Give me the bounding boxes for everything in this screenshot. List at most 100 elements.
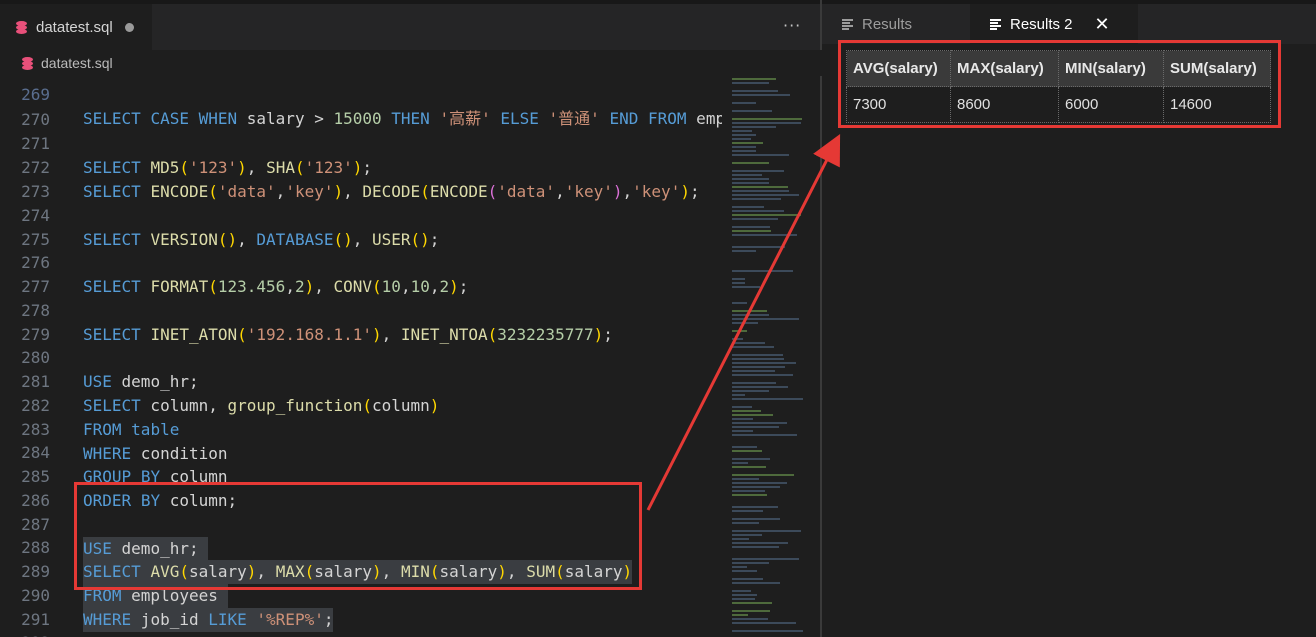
code-line-selected[interactable]: 289 FROM employees bbox=[0, 536, 722, 608]
minimap-line bbox=[732, 190, 789, 192]
code-line[interactable]: 279 bbox=[0, 299, 722, 344]
column-header[interactable]: MIN(salary) bbox=[1058, 50, 1164, 87]
minimap-line bbox=[732, 582, 780, 584]
minimap-line bbox=[732, 138, 751, 140]
minimap-line bbox=[732, 346, 774, 348]
code-line[interactable]: 291 bbox=[0, 584, 722, 629]
minimap-line bbox=[732, 458, 770, 460]
code-line[interactable]: 273 bbox=[0, 156, 722, 201]
table-cell[interactable]: 8600 bbox=[950, 86, 1059, 123]
vertical-scrollbar[interactable] bbox=[808, 76, 820, 637]
code-line[interactable]: 274 SELECT VERSION(), DATABASE(), USER()… bbox=[0, 180, 722, 249]
minimap-line bbox=[732, 174, 762, 176]
minimap-line bbox=[732, 78, 776, 80]
minimap-line bbox=[732, 246, 785, 248]
minimap-line bbox=[732, 250, 756, 252]
minimap-line bbox=[732, 394, 745, 396]
minimap-line bbox=[732, 594, 757, 596]
minimap-line bbox=[732, 186, 788, 188]
minimap-line bbox=[732, 130, 752, 132]
minimap-line bbox=[732, 538, 749, 540]
code-line[interactable]: 278 SELECT INET_ATON('192.168.1.1'), INE… bbox=[0, 275, 722, 344]
minimap-line bbox=[732, 482, 787, 484]
code-line[interactable]: 277 bbox=[0, 251, 722, 296]
code-line-selected[interactable]: 290 WHERE job_id LIKE '%REP%'; bbox=[0, 560, 722, 632]
editor-tab-datatest[interactable]: datatest.sql bbox=[0, 4, 152, 50]
minimap-line bbox=[732, 590, 751, 592]
code-line[interactable]: 284 GROUP BY column bbox=[0, 417, 722, 486]
minimap-line bbox=[732, 434, 797, 436]
close-icon[interactable]: ✕ bbox=[1095, 14, 1110, 35]
minimap-line bbox=[732, 286, 760, 288]
column-header[interactable]: SUM(salary) bbox=[1163, 50, 1271, 87]
code-line-selected[interactable]: 287 USE demo_hr; bbox=[0, 489, 722, 561]
code-line[interactable]: 282 FROM table bbox=[0, 370, 722, 439]
minimap-line bbox=[732, 506, 778, 508]
minimap-line bbox=[732, 486, 780, 488]
code-line[interactable]: 281 SELECT column, group_function(column… bbox=[0, 346, 722, 415]
minimap-line bbox=[732, 270, 793, 272]
more-actions-button[interactable]: ··· bbox=[783, 16, 801, 35]
code-line[interactable]: 280 USE demo_hr; bbox=[0, 322, 722, 391]
minimap-line bbox=[732, 214, 801, 216]
minimap[interactable] bbox=[728, 76, 806, 637]
list-icon bbox=[842, 19, 853, 30]
code-line[interactable]: 285 ORDER BY column; bbox=[0, 441, 722, 510]
unsaved-dot-icon[interactable] bbox=[124, 22, 134, 32]
table-cell[interactable]: 7300 bbox=[846, 86, 951, 123]
code-line[interactable]: 292 bbox=[0, 607, 722, 637]
minimap-line bbox=[732, 510, 763, 512]
minimap-line bbox=[732, 602, 772, 604]
minimap-line bbox=[732, 618, 768, 620]
tab-results-2[interactable]: Results 2 ✕ bbox=[970, 4, 1138, 44]
minimap-line bbox=[732, 198, 781, 200]
code-line[interactable]: 271 SELECT MD5('123'), SHA('123'); bbox=[0, 108, 722, 177]
minimap-line bbox=[732, 218, 778, 220]
table-cell[interactable]: 6000 bbox=[1058, 86, 1164, 123]
code-line[interactable]: 286 bbox=[0, 465, 722, 510]
minimap-line bbox=[732, 562, 769, 564]
tab-label: Results 2 bbox=[1010, 15, 1073, 33]
column-header[interactable]: AVG(salary) bbox=[846, 50, 951, 87]
editor-tab-label: datatest.sql bbox=[36, 18, 113, 36]
code-line-selected[interactable]: 288 SELECT AVG(salary), MAX(salary), MIN… bbox=[0, 512, 722, 584]
minimap-line bbox=[732, 422, 787, 424]
minimap-line bbox=[732, 406, 752, 408]
minimap-line bbox=[732, 518, 780, 520]
minimap-line bbox=[732, 126, 776, 128]
minimap-line bbox=[732, 282, 745, 284]
minimap-line bbox=[732, 206, 764, 208]
tab-results[interactable]: Results bbox=[822, 4, 970, 44]
minimap-line bbox=[732, 374, 793, 376]
database-icon bbox=[16, 20, 27, 34]
minimap-line bbox=[732, 314, 769, 316]
code-line[interactable]: 276 SELECT FORMAT(123.456,2), CONV(10,10… bbox=[0, 227, 722, 296]
code-line[interactable]: 270 bbox=[0, 84, 722, 129]
minimap-line bbox=[732, 446, 757, 448]
code-line[interactable]: 275 bbox=[0, 204, 722, 249]
code-line[interactable]: 272 SELECT ENCODE('data','key'), DECODE(… bbox=[0, 132, 722, 201]
minimap-line bbox=[732, 566, 747, 568]
sql-editor[interactable]: 269 SELECT CASE WHEN salary > 15000 THEN… bbox=[0, 4, 822, 637]
minimap-line bbox=[732, 358, 784, 360]
minimap-line bbox=[732, 578, 763, 580]
table-cell[interactable]: 14600 bbox=[1163, 86, 1271, 123]
minimap-line bbox=[732, 154, 789, 156]
table-row[interactable]: 7300 8600 6000 14600 bbox=[846, 86, 1271, 123]
minimap-line bbox=[732, 558, 799, 560]
results-grid: AVG(salary) MAX(salary) MIN(salary) SUM(… bbox=[846, 50, 1271, 123]
minimap-line bbox=[732, 490, 765, 492]
minimap-line bbox=[732, 338, 743, 340]
minimap-line bbox=[732, 466, 766, 468]
minimap-line bbox=[732, 230, 771, 232]
minimap-line bbox=[732, 386, 788, 388]
breadcrumb[interactable]: datatest.sql bbox=[0, 50, 822, 76]
column-header[interactable]: MAX(salary) bbox=[950, 50, 1059, 87]
code-line[interactable]: 283 WHERE condition bbox=[0, 394, 722, 463]
minimap-line bbox=[732, 162, 769, 164]
minimap-line bbox=[732, 178, 769, 180]
code-area[interactable]: 269 SELECT CASE WHEN salary > 15000 THEN… bbox=[0, 4, 722, 637]
minimap-line bbox=[732, 398, 803, 400]
minimap-line bbox=[732, 414, 773, 416]
minimap-line bbox=[732, 322, 758, 324]
